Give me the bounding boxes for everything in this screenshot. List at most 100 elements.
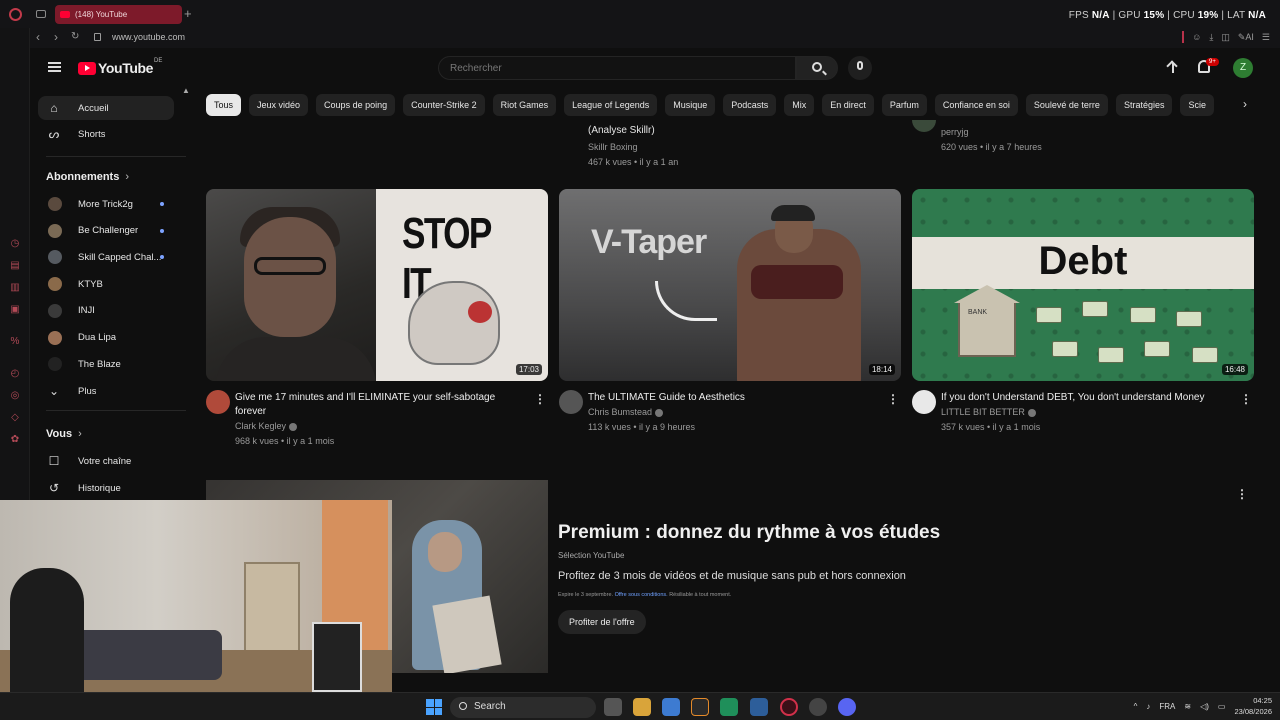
app-icon[interactable] xyxy=(691,698,709,716)
video-card[interactable]: V-Taper 18:14 The ULTIMATE Guide to Aest… xyxy=(559,189,901,432)
clock[interactable]: 04:25 23/08/2026 xyxy=(1234,695,1272,717)
search-button[interactable] xyxy=(796,56,838,80)
video-thumbnail[interactable]: V-Taper 18:14 xyxy=(559,189,901,381)
channel-avatar[interactable] xyxy=(912,120,936,132)
filter-chip[interactable]: Jeux vidéo xyxy=(249,94,309,116)
upload-icon[interactable] xyxy=(1166,60,1180,75)
volume-icon[interactable]: ◁) xyxy=(1200,702,1209,711)
filter-chip[interactable]: League of Legends xyxy=(564,94,658,116)
scroll-up-icon[interactable]: ▲ xyxy=(182,86,190,95)
subscription-item[interactable]: Dua Lipa xyxy=(38,326,174,350)
channel-name[interactable]: Skillr Boxing xyxy=(588,142,638,152)
task-view-icon[interactable] xyxy=(604,698,622,716)
video-title[interactable]: If you don't Understand DEBT, You don't … xyxy=(941,391,1231,405)
settings-icon[interactable]: ✿ xyxy=(9,434,21,446)
account-avatar[interactable]: Z xyxy=(1233,58,1253,78)
channel-name[interactable]: Clark Kegley xyxy=(235,421,298,431)
more-actions-icon[interactable]: ⋮ xyxy=(1236,487,1248,501)
sidebar-item-shorts[interactable]: ᔕ Shorts xyxy=(38,122,174,146)
battery-icon[interactable]: ▭ xyxy=(1218,702,1226,711)
video-card[interactable]: Debt BANK 16:48 If you don't Understand … xyxy=(912,189,1254,432)
lock-icon[interactable] xyxy=(94,33,101,41)
channel-name[interactable]: LITTLE BIT BETTER xyxy=(941,407,1036,417)
app-icon[interactable] xyxy=(809,698,827,716)
more-actions-icon[interactable]: ⋮ xyxy=(887,392,899,406)
more-actions-icon[interactable]: ⋮ xyxy=(534,392,546,406)
discord-icon[interactable]: % xyxy=(9,336,21,348)
discord-icon[interactable] xyxy=(838,698,856,716)
chevron-up-icon[interactable]: ^ xyxy=(1134,702,1138,711)
you-heading[interactable]: Vous › xyxy=(46,428,82,440)
opera-gx-icon[interactable] xyxy=(780,698,798,716)
file-explorer-icon[interactable] xyxy=(633,698,651,716)
ai-button[interactable]: ✎AI xyxy=(1238,32,1254,43)
filter-chip[interactable]: En direct xyxy=(822,94,874,116)
subscription-item[interactable]: INJI xyxy=(38,299,174,323)
filter-chip[interactable]: Confiance en soi xyxy=(934,94,1018,116)
bag-icon[interactable]: ◇ xyxy=(9,412,21,424)
filter-chip[interactable]: Coups de poing xyxy=(316,94,396,116)
tab-youtube[interactable]: (148) YouTube xyxy=(55,5,182,24)
subscription-item[interactable]: Skill Capped Chal... xyxy=(38,245,174,269)
taskbar-search[interactable]: Search xyxy=(450,697,596,718)
sidebar-item-your-channel[interactable]: ☐ Votre chaîne xyxy=(38,449,174,473)
tab-switcher-icon[interactable] xyxy=(36,10,46,18)
forward-icon[interactable]: › xyxy=(54,30,58,44)
extensions-icon[interactable]: ◎ xyxy=(9,390,21,402)
filter-chip[interactable]: Stratégies xyxy=(1115,94,1173,116)
youtube-logo[interactable]: YouTube DE xyxy=(78,58,162,76)
url-field[interactable]: www.youtube.com xyxy=(112,32,185,42)
profile-icon[interactable]: ☺ xyxy=(1192,32,1201,42)
filter-chip[interactable]: Podcasts xyxy=(723,94,777,116)
subscription-item[interactable]: More Trick2g xyxy=(38,192,174,216)
search-input[interactable] xyxy=(439,57,779,79)
claim-offer-button[interactable]: Profiter de l'offre xyxy=(558,610,646,634)
windows-start-icon[interactable] xyxy=(426,699,442,715)
filter-chip[interactable]: Musique xyxy=(665,94,716,116)
chips-next-icon[interactable]: › xyxy=(1243,97,1247,111)
channel-avatar[interactable] xyxy=(559,390,583,414)
gx-icon[interactable]: ▥ xyxy=(9,282,21,294)
video-thumbnail[interactable]: STOP IT 17:03 xyxy=(206,189,548,381)
subscriptions-heading[interactable]: Abonnements › xyxy=(46,171,129,183)
sidebar-item-home[interactable]: ⌂ Accueil xyxy=(38,96,174,120)
video-title[interactable]: The ULTIMATE Guide to Aesthetics xyxy=(588,391,878,405)
opera-logo-icon[interactable] xyxy=(9,8,22,21)
subscription-item[interactable]: The Blaze xyxy=(38,352,174,376)
sidebar-item-history[interactable]: ↺ Historique xyxy=(38,476,174,500)
app-icon[interactable] xyxy=(750,698,768,716)
history-icon[interactable]: ◷ xyxy=(9,238,21,250)
filter-chip[interactable]: Parfum xyxy=(881,94,927,116)
app-icon[interactable] xyxy=(720,698,738,716)
store-icon[interactable] xyxy=(662,698,680,716)
voice-search-button[interactable] xyxy=(848,56,872,80)
filter-chip[interactable]: Soulevé de terre xyxy=(1025,94,1108,116)
filter-chip[interactable]: Tous xyxy=(206,94,242,116)
messenger-icon[interactable]: ▣ xyxy=(9,304,21,316)
channel-name[interactable]: perryjg xyxy=(941,127,969,137)
channel-avatar[interactable] xyxy=(912,390,936,414)
new-tab-button[interactable]: + xyxy=(184,6,192,21)
filter-chip[interactable]: Riot Games xyxy=(492,94,557,116)
channel-name[interactable]: Chris Bumstead xyxy=(588,407,664,417)
download-icon[interactable]: ⤓ xyxy=(1209,32,1213,43)
camera-icon[interactable]: ◫ xyxy=(1221,32,1230,43)
video-title[interactable]: Give me 17 minutes and I'll ELIMINATE yo… xyxy=(235,391,525,419)
channel-avatar[interactable] xyxy=(206,390,230,414)
clock-icon[interactable]: ◴ xyxy=(9,368,21,380)
microphone-icon[interactable]: ♪ xyxy=(1146,702,1150,711)
video-title[interactable]: (Analyse Skillr) xyxy=(588,125,655,136)
terms-link[interactable]: Offre sous conditions. xyxy=(615,592,668,598)
sidebar-item-more[interactable]: ⌄ Plus xyxy=(38,379,174,403)
menu-icon[interactable]: ☰ xyxy=(1262,32,1270,43)
more-actions-icon[interactable]: ⋮ xyxy=(1240,392,1252,406)
hamburger-icon[interactable] xyxy=(48,62,61,72)
reload-icon[interactable]: ↻ xyxy=(71,31,79,42)
back-icon[interactable]: ‹ xyxy=(36,30,40,44)
wifi-icon[interactable]: ≋ xyxy=(1184,702,1191,711)
subscription-item[interactable]: KTYB xyxy=(38,272,174,296)
filter-chip[interactable]: Mix xyxy=(784,94,815,116)
filter-chip[interactable]: Counter-Strike 2 xyxy=(403,94,485,116)
subscription-item[interactable]: Be Challenger xyxy=(38,219,174,243)
video-card[interactable]: STOP IT 17:03 Give me 17 minutes and I'l… xyxy=(206,189,548,446)
